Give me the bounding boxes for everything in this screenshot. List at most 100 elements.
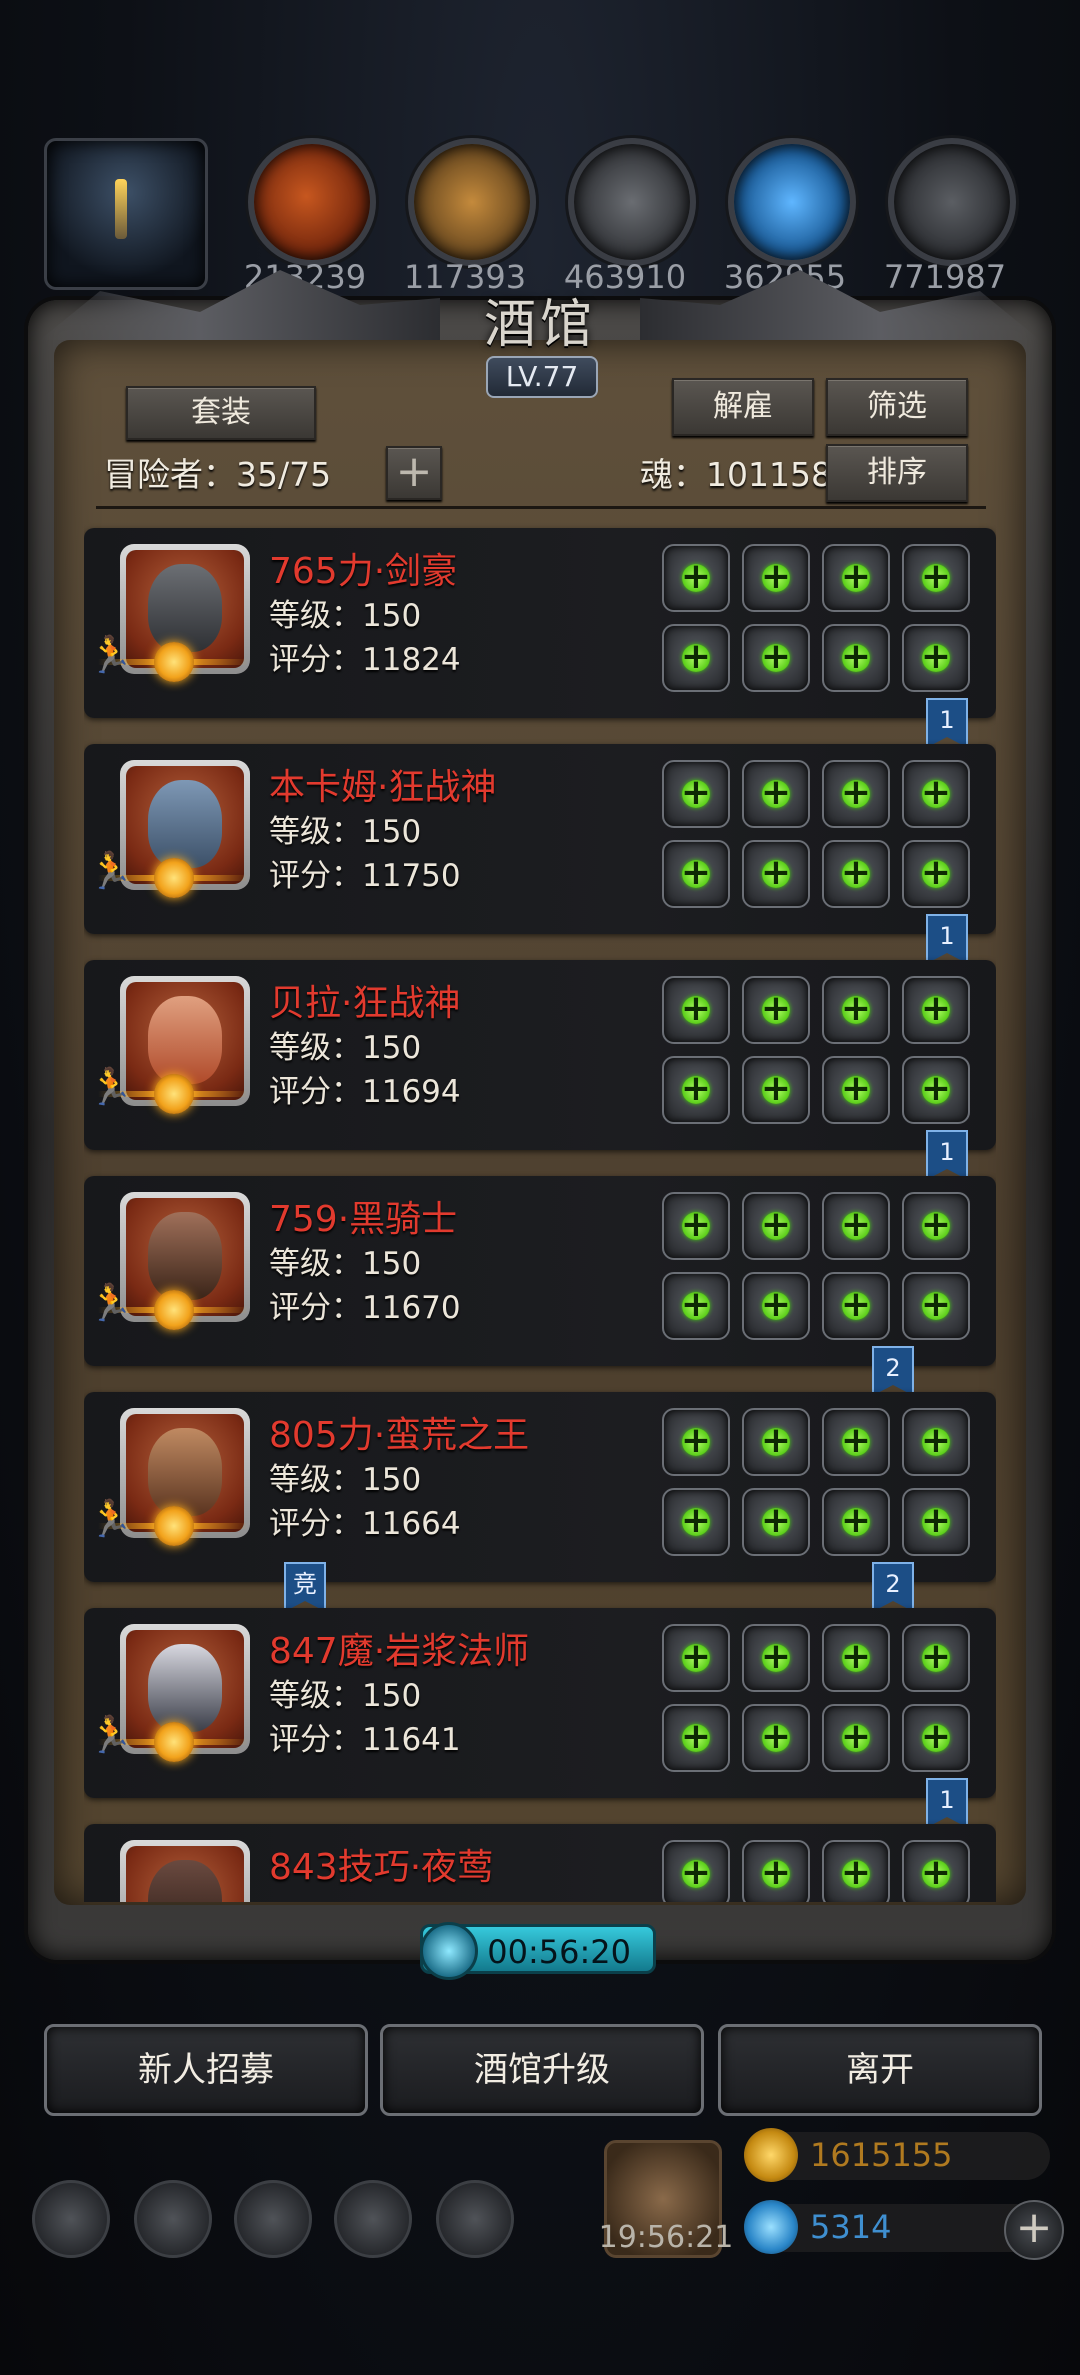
offhand-slot[interactable] [662,1056,730,1124]
ore-count: 771987 [883,258,1007,296]
helmet-slot[interactable] [742,544,810,612]
cloak-slot[interactable] [742,1704,810,1772]
boots-slot[interactable] [902,1056,970,1124]
arena-ribbon: 竞 [284,1562,326,1612]
offhand-slot[interactable] [662,624,730,692]
helmet-slot[interactable] [742,1840,810,1902]
ring-slot[interactable] [902,1408,970,1476]
weapon-slot[interactable] [662,760,730,828]
offhand-slot[interactable] [662,840,730,908]
ring-slot[interactable] [902,544,970,612]
armor-slot[interactable] [822,544,890,612]
cloak-slot[interactable] [742,624,810,692]
cloak-slot[interactable] [742,1488,810,1556]
necklace-slot[interactable] [822,840,890,908]
armor-slot[interactable] [822,1192,890,1260]
hero-card[interactable]: 🏃 贝拉·狂战神 等级：150 评分：11694 [84,960,996,1150]
hero-list[interactable]: 🏃 765力·剑豪 等级：150 评分：11824 1 🏃 本卡姆·狂战神 等级… [84,520,996,1902]
ring-slot[interactable] [902,1624,970,1692]
hero-avatar[interactable] [120,1840,250,1902]
dismiss-button[interactable]: 解雇 [672,378,814,436]
helmet-slot[interactable] [742,1624,810,1692]
dice-icon[interactable] [436,2180,514,2258]
offhand-slot[interactable] [662,1704,730,1772]
hero-card[interactable]: 🏃 759·黑骑士 等级：150 评分：11670 [84,1176,996,1366]
boots-slot[interactable] [902,1488,970,1556]
gift-timer: 19:56:21 [598,2220,734,2255]
filter-button[interactable]: 筛选 [826,378,968,436]
boots-slot[interactable] [902,1272,970,1340]
helmet-slot[interactable] [742,1408,810,1476]
armor-slot[interactable] [822,1408,890,1476]
set-button[interactable]: 套装 [126,386,316,440]
necklace-slot[interactable] [822,1488,890,1556]
upgrade-tavern-button[interactable]: 酒馆升级 [380,2024,704,2116]
boots-slot[interactable] [902,624,970,692]
armor-slot[interactable] [822,1624,890,1692]
weapon-slot[interactable] [662,1192,730,1260]
runner-icon: 🏃 [88,1499,133,1540]
hero-score: 评分：11641 [269,1722,461,1758]
necklace-slot[interactable] [822,1272,890,1340]
necklace-slot[interactable] [822,624,890,692]
add-slot-button[interactable]: + [386,446,442,500]
gem-icon [744,2200,798,2254]
ring-slot[interactable] [902,976,970,1044]
ring-slot[interactable] [902,1192,970,1260]
meat-icon[interactable] [248,138,376,266]
achievement-star-icon[interactable] [134,2180,212,2258]
weapon-slot[interactable] [662,1408,730,1476]
torch-icon [115,179,127,239]
mail-icon[interactable] [334,2180,412,2258]
weapon-slot[interactable] [662,1840,730,1902]
hero-level: 等级：150 [269,598,422,634]
helmet-slot[interactable] [742,1192,810,1260]
weapon-slot[interactable] [662,1624,730,1692]
hero-card[interactable]: 🏃 765力·剑豪 等级：150 评分：11824 [84,528,996,718]
leave-button[interactable]: 离开 [718,2024,1042,2116]
weapon-slot[interactable] [662,544,730,612]
ore-icon[interactable] [888,138,1016,266]
crystal-icon[interactable] [728,138,856,266]
add-gems-button[interactable]: + [1004,2200,1064,2260]
iron-icon[interactable] [568,138,696,266]
hero-level: 等级：150 [269,1030,422,1066]
gold-amount: 1615155 [810,2136,953,2174]
sort-button[interactable]: 排序 [826,444,968,502]
necklace-slot[interactable] [822,1056,890,1124]
helmet-slot[interactable] [742,976,810,1044]
boots-slot[interactable] [902,1704,970,1772]
offhand-slot[interactable] [662,1488,730,1556]
hero-card[interactable]: 843技巧·夜莺 [84,1824,996,1902]
tavern-level-badge: LV.77 [486,356,598,398]
hero-level: 等级：150 [269,1246,422,1282]
hero-level: 等级：150 [269,814,422,850]
wood-icon[interactable] [408,138,536,266]
player-portrait[interactable] [44,138,208,290]
settings-gear-icon[interactable] [32,2180,110,2258]
hero-card[interactable]: 🏃 847魔·岩浆法师 等级：150 评分：11641 [84,1608,996,1798]
hero-name: 765力·剑豪 [269,551,458,592]
rank-emblem-icon [154,1506,194,1546]
runner-icon: 🏃 [88,1715,133,1756]
armor-slot[interactable] [822,1840,890,1902]
runner-icon: 🏃 [88,851,133,892]
armor-slot[interactable] [822,976,890,1044]
cloak-slot[interactable] [742,840,810,908]
weapon-slot[interactable] [662,976,730,1044]
offhand-slot[interactable] [662,1272,730,1340]
cloak-slot[interactable] [742,1056,810,1124]
guild-icon[interactable] [234,2180,312,2258]
boots-slot[interactable] [902,840,970,908]
cloak-slot[interactable] [742,1272,810,1340]
hero-level: 等级：150 [269,1462,422,1498]
recruit-button[interactable]: 新人招募 [44,2024,368,2116]
necklace-slot[interactable] [822,1704,890,1772]
armor-slot[interactable] [822,760,890,828]
helmet-slot[interactable] [742,760,810,828]
ring-slot[interactable] [902,760,970,828]
hero-card[interactable]: 🏃 本卡姆·狂战神 等级：150 评分：11750 [84,744,996,934]
ring-slot[interactable] [902,1840,970,1902]
hero-card[interactable]: 🏃 805力·蛮荒之王 等级：150 评分：11664 [84,1392,996,1582]
team-ribbon: 1 [926,698,968,748]
